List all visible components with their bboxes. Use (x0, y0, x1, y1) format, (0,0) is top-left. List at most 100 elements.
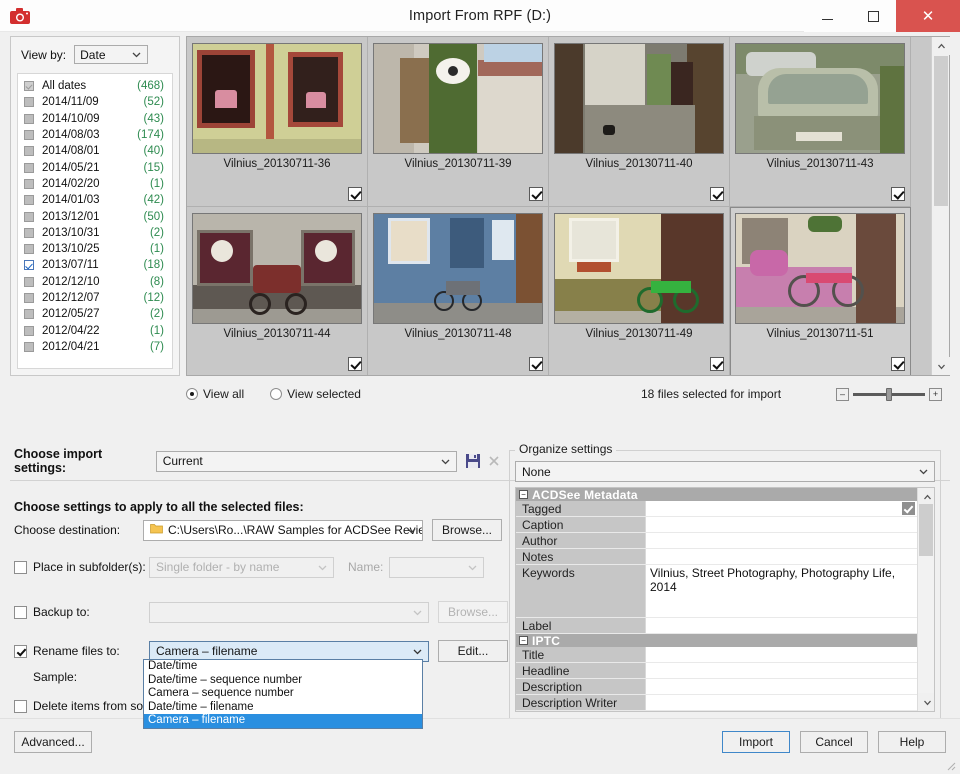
rename-option-item[interactable]: Date/time (144, 660, 422, 674)
thumbnail-checkbox[interactable] (529, 357, 543, 371)
metadata-field-input[interactable] (646, 517, 917, 532)
date-list-item[interactable]: 2014/02/20 (1) (18, 176, 172, 192)
backup-checkbox[interactable] (14, 605, 27, 619)
date-item-checkbox[interactable] (24, 244, 34, 255)
zoom-in-button[interactable]: + (929, 387, 942, 401)
rename-option-item[interactable]: Date/time – sequence number (144, 674, 422, 688)
date-item-checkbox[interactable] (24, 309, 34, 320)
backup-path-select[interactable] (149, 601, 429, 623)
date-item-checkbox[interactable] (24, 260, 34, 271)
thumbnail-zoom-slider[interactable]: – + (836, 387, 942, 401)
thumbnail-item[interactable]: Vilnius_20130711-49 (549, 207, 730, 375)
date-list[interactable]: All dates (468) 2014/11/09 (52) 2014/10/09 (4… (17, 73, 173, 369)
metadata-field-input[interactable] (646, 549, 917, 564)
subfolder-name-select[interactable] (389, 556, 485, 578)
date-list-item[interactable]: 2012/12/07 (12) (18, 290, 172, 306)
date-list-item[interactable]: 2012/05/27 (2) (18, 306, 172, 322)
date-item-checkbox[interactable] (24, 227, 34, 238)
date-item-checkbox[interactable] (24, 162, 34, 173)
date-item-checkbox[interactable] (24, 276, 34, 287)
date-list-item[interactable]: 2014/11/09 (52) (18, 94, 172, 110)
date-list-item[interactable]: 2012/04/22 (1) (18, 322, 172, 338)
thumbnail-item[interactable]: Vilnius_20130711-36 (187, 37, 368, 207)
cancel-button[interactable]: Cancel (800, 731, 868, 753)
date-list-item[interactable]: 2014/10/09 (43) (18, 111, 172, 127)
thumbnail-checkbox[interactable] (891, 357, 905, 371)
maximize-button[interactable] (850, 0, 896, 32)
metadata-field-input[interactable] (646, 533, 917, 548)
import-button[interactable]: Import (722, 731, 790, 753)
metadata-scrollbar[interactable] (917, 488, 934, 711)
save-disk-icon[interactable] (462, 451, 483, 472)
scrollbar-thumb[interactable] (919, 504, 933, 556)
date-item-checkbox[interactable] (24, 146, 34, 157)
radio-view-selected[interactable]: View selected (270, 387, 361, 401)
zoom-out-button[interactable]: – (836, 387, 849, 401)
metadata-field-input[interactable] (646, 501, 917, 516)
metadata-section-header[interactable]: − IPTC (516, 634, 917, 648)
rename-pattern-dropdown-list[interactable]: Date/time Date/time – sequence number Came… (143, 659, 423, 729)
thumbnail-item[interactable]: Vilnius_20130711-51 (730, 207, 911, 375)
metadata-field-input[interactable] (646, 695, 917, 710)
view-by-select[interactable]: Date (74, 45, 149, 64)
date-item-checkbox[interactable] (24, 81, 34, 92)
subfolder-mode-select[interactable]: Single folder - by name (149, 556, 334, 578)
help-button[interactable]: Help (878, 731, 946, 753)
date-item-checkbox[interactable] (24, 341, 34, 352)
scrollbar-thumb[interactable] (934, 56, 948, 206)
resize-grip-icon[interactable] (944, 759, 956, 771)
date-item-checkbox[interactable] (24, 178, 34, 189)
metadata-field-input[interactable] (646, 663, 917, 678)
thumbnail-item[interactable]: Vilnius_20130711-48 (368, 207, 549, 375)
date-list-item[interactable]: 2014/08/03 (174) (18, 127, 172, 143)
date-list-item[interactable]: 2013/07/11 (18) (18, 257, 172, 273)
date-item-checkbox[interactable] (24, 113, 34, 124)
date-item-checkbox[interactable] (24, 211, 34, 222)
zoom-slider-track[interactable] (853, 387, 925, 401)
thumbnail-checkbox[interactable] (891, 187, 905, 201)
subfolder-checkbox[interactable] (14, 560, 27, 574)
zoom-slider-handle[interactable] (886, 387, 892, 401)
rename-edit-button[interactable]: Edit... (438, 640, 508, 662)
radio-view-all[interactable]: View all (186, 387, 244, 401)
date-item-checkbox[interactable] (24, 195, 34, 206)
rename-option-item[interactable]: Camera – filename (144, 714, 422, 728)
thumbnail-checkbox[interactable] (348, 187, 362, 201)
rename-option-item[interactable]: Date/time – filename (144, 701, 422, 715)
metadata-field-input[interactable] (646, 679, 917, 694)
collapse-expander-icon[interactable]: − (519, 490, 528, 499)
scroll-up-icon[interactable] (932, 37, 950, 55)
scroll-down-icon[interactable] (932, 357, 950, 375)
thumbnail-item[interactable]: Vilnius_20130711-39 (368, 37, 549, 207)
thumbnail-checkbox[interactable] (710, 357, 724, 371)
thumbnail-checkbox[interactable] (529, 187, 543, 201)
metadata-field-input[interactable] (646, 647, 917, 662)
metadata-field-input[interactable] (646, 618, 917, 633)
date-list-item[interactable]: 2014/05/21 (15) (18, 159, 172, 175)
thumbnail-item[interactable]: Vilnius_20130711-44 (187, 207, 368, 375)
metadata-field-input[interactable]: Vilnius, Street Photography, Photography… (646, 565, 917, 617)
metadata-field-input[interactable] (646, 711, 917, 712)
tagged-checkbox[interactable] (902, 502, 915, 515)
date-item-checkbox[interactable] (24, 97, 34, 108)
backup-browse-button[interactable]: Browse... (438, 601, 508, 623)
advanced-button[interactable]: Advanced... (14, 731, 92, 753)
rename-option-item[interactable]: Camera – sequence number (144, 687, 422, 701)
destination-select[interactable]: C:\Users\Ro...\RAW Samples for ACDSee Re… (143, 519, 423, 541)
date-list-item[interactable]: 2012/04/21 (7) (18, 339, 172, 355)
date-item-checkbox[interactable] (24, 293, 34, 303)
destination-browse-button[interactable]: Browse... (432, 519, 502, 541)
collapse-expander-icon[interactable]: − (519, 636, 528, 645)
date-list-item[interactable]: 2014/01/03 (42) (18, 192, 172, 208)
delete-items-checkbox[interactable] (14, 699, 27, 713)
import-settings-select[interactable]: Current (155, 450, 458, 472)
metadata-section-header[interactable]: − ACDSee Metadata (516, 488, 917, 502)
date-list-item[interactable]: 2013/10/31 (2) (18, 225, 172, 241)
date-item-checkbox[interactable] (24, 325, 34, 336)
thumbnail-checkbox[interactable] (348, 357, 362, 371)
organize-preset-select[interactable]: None (515, 461, 935, 482)
close-x-icon[interactable] (483, 451, 504, 472)
rename-checkbox[interactable] (14, 644, 27, 658)
thumbnail-checkbox[interactable] (710, 187, 724, 201)
thumbnail-item[interactable]: Vilnius_20130711-43 (730, 37, 911, 207)
